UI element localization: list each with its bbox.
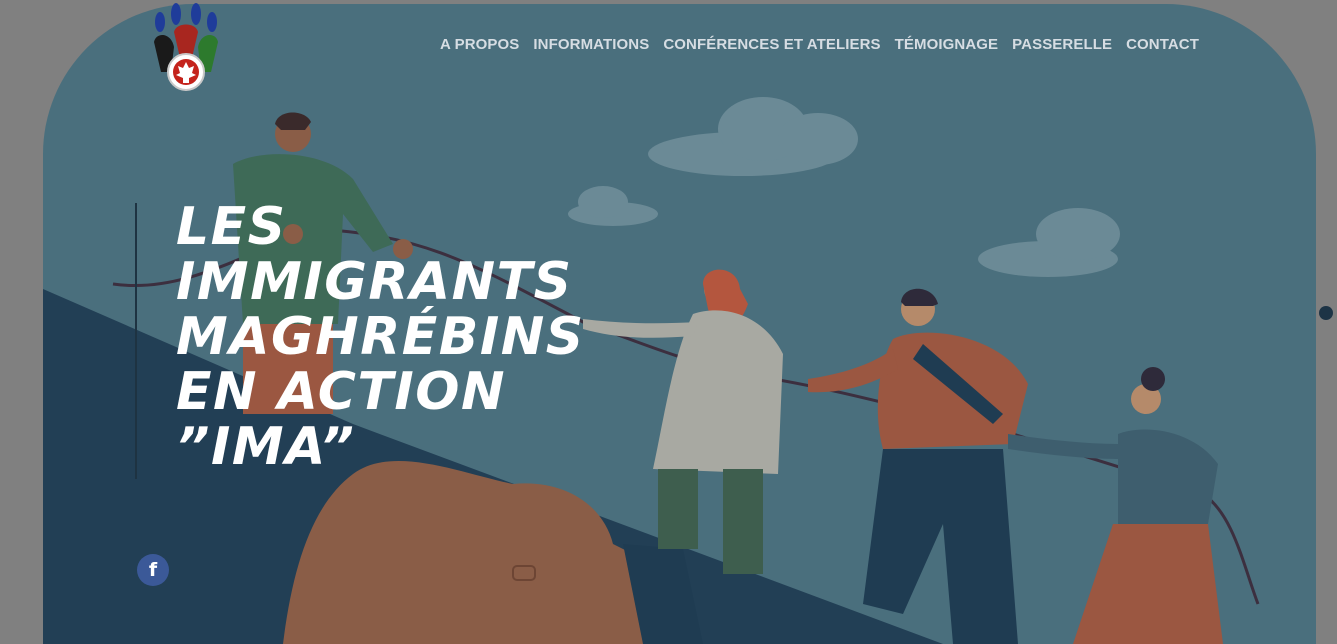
hero-title-line: ”IMA” <box>176 417 356 477</box>
nav-link-a-propos[interactable]: A PROPOS <box>440 36 519 53</box>
cloud-icon <box>568 97 1120 277</box>
facebook-icon[interactable]: f <box>137 554 169 586</box>
main-nav: A PROPOS INFORMATIONS CONFÉRENCES ET ATE… <box>440 36 1199 53</box>
title-divider <box>135 203 137 479</box>
nav-link-informations[interactable]: INFORMATIONS <box>533 36 649 53</box>
person-icon <box>808 288 1028 644</box>
logo-icon[interactable] <box>146 2 226 92</box>
hero-title-line: IMMIGRANTS <box>176 252 573 312</box>
nav-link-passerelle[interactable]: PASSERELLE <box>1012 36 1112 53</box>
nav-link-conferences[interactable]: CONFÉRENCES ET ATELIERS <box>663 36 880 53</box>
hero-title-line: EN ACTION <box>176 362 506 422</box>
hero-title-line: LES <box>176 197 287 257</box>
hero-title-line: MAGHRÉBINS <box>176 307 585 367</box>
slider-dot[interactable] <box>1319 306 1333 320</box>
person-icon <box>1008 367 1223 644</box>
nav-link-temoignage[interactable]: TÉMOIGNAGE <box>895 36 999 53</box>
hand-icon <box>283 461 653 644</box>
hero-title: LES IMMIGRANTS MAGHRÉBINS EN ACTION ”IMA… <box>176 200 585 475</box>
nav-link-contact[interactable]: CONTACT <box>1126 36 1199 53</box>
